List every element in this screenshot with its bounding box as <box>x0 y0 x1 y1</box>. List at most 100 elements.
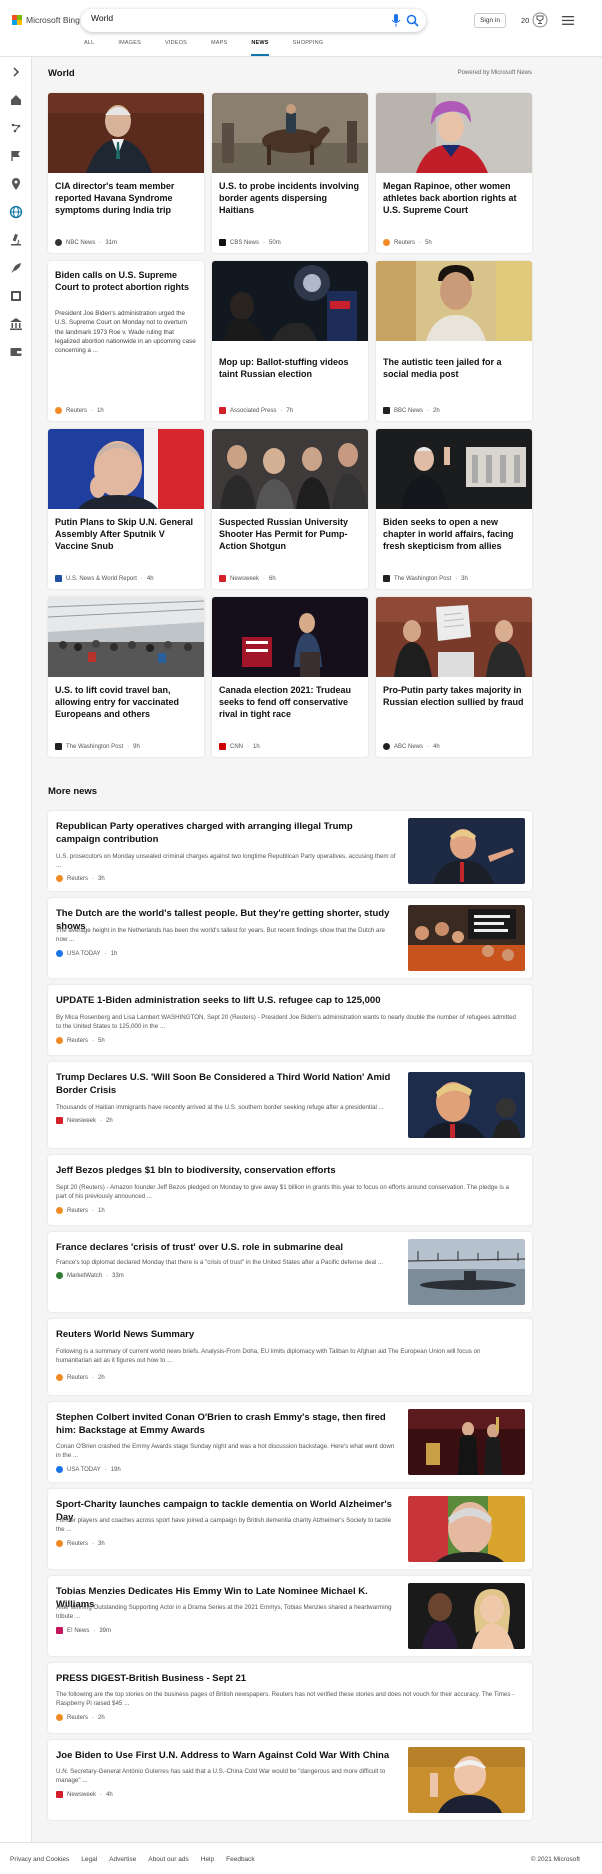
list-item-title[interactable]: PRESS DIGEST-British Business - Sept 21 <box>56 1672 516 1685</box>
footer-link-feedback[interactable]: Feedback <box>226 1856 255 1863</box>
news-list-item[interactable]: Trump Declares U.S. 'Will Soon Be Consid… <box>48 1062 532 1148</box>
bank-icon[interactable] <box>9 317 23 331</box>
list-item-title[interactable]: Republican Party operatives charged with… <box>56 820 396 846</box>
list-item-title[interactable]: Jeff Bezos pledges $1 bln to biodiversit… <box>56 1164 516 1177</box>
news-card[interactable]: Mop up: Ballot-stuffing videos taint Rus… <box>212 261 368 421</box>
microphone-icon[interactable] <box>391 14 401 27</box>
list-item-source[interactable]: E! News · 39m <box>56 1627 111 1634</box>
card-source[interactable]: Newsweek · 6h <box>219 575 276 582</box>
list-item-source[interactable]: USA TODAY · 1h <box>56 950 117 957</box>
news-list-item[interactable]: Jeff Bezos pledges $1 bln to biodiversit… <box>48 1155 532 1225</box>
card-title[interactable]: U.S. to probe incidents involving border… <box>219 180 361 216</box>
card-source[interactable]: Reuters · 5h <box>383 239 432 246</box>
globe-icon[interactable] <box>9 205 23 219</box>
list-item-source[interactable]: Reuters · 3h <box>56 1540 105 1547</box>
list-item-source[interactable]: Reuters · 2h <box>56 1374 105 1381</box>
microscope-icon[interactable] <box>9 233 23 247</box>
menu-icon[interactable] <box>562 16 574 25</box>
card-title[interactable]: The autistic teen jailed for a social me… <box>383 356 525 380</box>
rewards-points[interactable]: 20 <box>521 16 529 25</box>
tab-all[interactable]: ALL <box>84 40 94 56</box>
bing-logo[interactable]: Microsoft Bing <box>12 15 80 25</box>
list-item-title[interactable]: UPDATE 1-Biden administration seeks to l… <box>56 994 516 1007</box>
film-icon[interactable] <box>9 289 23 303</box>
card-title[interactable]: Megan Rapinoe, other women athletes back… <box>383 180 525 216</box>
card-title[interactable]: Biden seeks to open a new chapter in wor… <box>383 516 525 552</box>
card-source[interactable]: Associated Press · 7h <box>219 407 293 414</box>
footer-link-privacy[interactable]: Privacy and Cookies <box>10 1856 69 1863</box>
list-item-title[interactable]: Reuters World News Summary <box>56 1328 516 1341</box>
news-list-item[interactable]: Sport-Charity launches campaign to tackl… <box>48 1489 532 1569</box>
discover-icon[interactable] <box>9 121 23 135</box>
footer-link-help[interactable]: Help <box>201 1856 214 1863</box>
news-list-item[interactable]: PRESS DIGEST-British Business - Sept 21 … <box>48 1663 532 1733</box>
card-source[interactable]: The Washington Post · 9h <box>55 743 140 750</box>
list-item-source[interactable]: Reuters · 5h <box>56 1037 105 1044</box>
news-list-item[interactable]: The Dutch are the world's tallest people… <box>48 898 532 978</box>
list-item-title[interactable]: Joe Biden to Use First U.N. Address to W… <box>56 1749 396 1762</box>
card-title[interactable]: Pro-Putin party takes majority in Russia… <box>383 684 525 708</box>
news-card[interactable]: U.S. to lift covid travel ban, allowing … <box>48 597 204 757</box>
footer-link-advertise[interactable]: Advertise <box>109 1856 136 1863</box>
news-card[interactable]: Biden calls on U.S. Supreme Court to pro… <box>48 261 204 421</box>
news-card[interactable]: U.S. to probe incidents involving border… <box>212 93 368 253</box>
card-source[interactable]: U.S. News & World Report · 4h <box>55 575 154 582</box>
list-item-title[interactable]: Trump Declares U.S. 'Will Soon Be Consid… <box>56 1071 396 1097</box>
card-title[interactable]: Suspected Russian University Shooter Has… <box>219 516 361 552</box>
tab-news[interactable]: NEWS <box>251 40 269 56</box>
expand-chevron-icon[interactable] <box>9 65 23 79</box>
tab-shopping[interactable]: SHOPPING <box>293 40 324 56</box>
card-source[interactable]: BBC News · 2h <box>383 407 440 414</box>
card-source[interactable]: Reuters · 1h <box>55 407 104 414</box>
card-source[interactable]: ABC News · 4h <box>383 743 440 750</box>
news-card[interactable]: CIA director's team member reported Hava… <box>48 93 204 253</box>
card-title[interactable]: U.S. to lift covid travel ban, allowing … <box>55 684 197 720</box>
footer-link-about-ads[interactable]: About our ads <box>148 1856 188 1863</box>
card-source[interactable]: CBS News · 50m <box>219 239 281 246</box>
card-title[interactable]: Mop up: Ballot-stuffing videos taint Rus… <box>219 356 361 380</box>
list-item-source[interactable]: Reuters · 3h <box>56 875 105 882</box>
list-item-source[interactable]: Reuters · 1h <box>56 1207 105 1214</box>
search-icon[interactable] <box>406 14 419 27</box>
card-title[interactable]: Putin Plans to Skip U.N. General Assembl… <box>55 516 197 552</box>
news-list-item[interactable]: UPDATE 1-Biden administration seeks to l… <box>48 985 532 1055</box>
tab-videos[interactable]: VIDEOS <box>165 40 187 56</box>
location-pin-icon[interactable] <box>9 177 23 191</box>
home-icon[interactable] <box>9 93 23 107</box>
news-list-item[interactable]: France declares 'crisis of trust' over U… <box>48 1232 532 1312</box>
list-item-title[interactable]: France declares 'crisis of trust' over U… <box>56 1241 396 1254</box>
news-card[interactable]: Suspected Russian University Shooter Has… <box>212 429 368 589</box>
wallet-icon[interactable] <box>9 345 23 359</box>
news-list-item[interactable]: Reuters World News Summary Following is … <box>48 1319 532 1395</box>
news-card[interactable]: Megan Rapinoe, other women athletes back… <box>376 93 532 253</box>
list-item-source[interactable]: Newsweek · 2h <box>56 1117 113 1124</box>
card-source[interactable]: The Washington Post · 3h <box>383 575 468 582</box>
card-title[interactable]: CIA director's team member reported Hava… <box>55 180 197 216</box>
card-title[interactable]: Biden calls on U.S. Supreme Court to pro… <box>55 269 197 293</box>
card-source[interactable]: NBC News · 31m <box>55 239 117 246</box>
news-card[interactable]: Biden seeks to open a new chapter in wor… <box>376 429 532 589</box>
news-card[interactable]: Pro-Putin party takes majority in Russia… <box>376 597 532 757</box>
card-title[interactable]: Canada election 2021: Trudeau seeks to f… <box>219 684 361 720</box>
us-flag-icon[interactable] <box>9 149 23 163</box>
rewards-trophy-icon[interactable] <box>532 12 548 28</box>
list-item-source[interactable]: USA TODAY · 19h <box>56 1466 121 1473</box>
search-input[interactable] <box>91 13 371 23</box>
news-list-item[interactable]: Republican Party operatives charged with… <box>48 811 532 891</box>
list-item-source[interactable]: Reuters · 2h <box>56 1714 105 1721</box>
list-item-source[interactable]: Newsweek · 4h <box>56 1791 113 1798</box>
list-item-source[interactable]: MarketWatch · 33m <box>56 1272 124 1279</box>
news-list-item[interactable]: Stephen Colbert invited Conan O'Brien to… <box>48 1402 532 1482</box>
rocket-icon[interactable] <box>9 261 23 275</box>
news-card[interactable]: Putin Plans to Skip U.N. General Assembl… <box>48 429 204 589</box>
footer-link-legal[interactable]: Legal <box>81 1856 97 1863</box>
news-card[interactable]: Canada election 2021: Trudeau seeks to f… <box>212 597 368 757</box>
tab-images[interactable]: IMAGES <box>118 40 141 56</box>
news-card[interactable]: The autistic teen jailed for a social me… <box>376 261 532 421</box>
news-list-item[interactable]: Tobias Menzies Dedicates His Emmy Win to… <box>48 1576 532 1656</box>
card-source[interactable]: CNN · 1h <box>219 743 260 750</box>
tab-maps[interactable]: MAPS <box>211 40 227 56</box>
news-list-item[interactable]: Joe Biden to Use First U.N. Address to W… <box>48 1740 532 1820</box>
list-item-title[interactable]: Stephen Colbert invited Conan O'Brien to… <box>56 1411 396 1437</box>
sign-in-button[interactable]: Sign in <box>474 13 506 28</box>
